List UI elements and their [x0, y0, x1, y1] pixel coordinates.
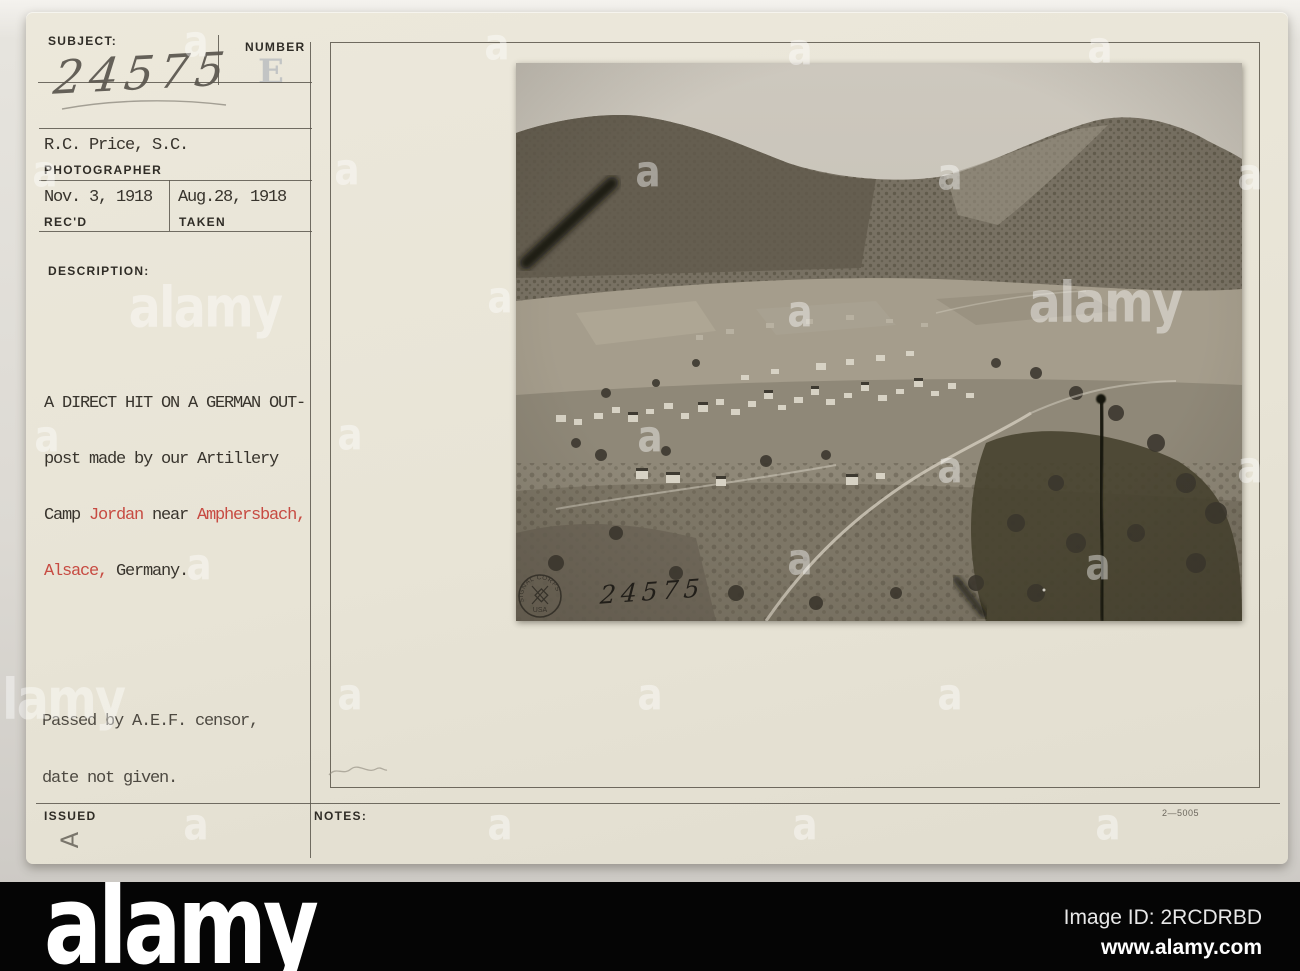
rule-above-dates: [39, 180, 312, 181]
taken-date: Aug.28, 1918: [178, 188, 287, 207]
archive-photo: SIGNAL CORPS USA 24575: [516, 63, 1242, 621]
description-line-1: A DIRECT HIT ON A GERMAN OUT-: [44, 394, 306, 414]
form-number: 2—5005: [1162, 808, 1200, 818]
subject-label: SUBJECT:: [48, 34, 118, 48]
subject-number-divider: [218, 35, 219, 85]
description-label: DESCRIPTION:: [48, 264, 150, 278]
subject-underline-flourish: [61, 100, 227, 110]
description-line-3: Camp Jordan near Amphersbach,: [44, 505, 306, 525]
censor-note-line-1: Passed by A.E.F. censor,: [42, 712, 259, 731]
received-label: REC'D: [44, 215, 88, 229]
censor-note-line-2: date not given.: [42, 769, 178, 788]
pencil-scribble: [328, 766, 388, 776]
landscape-photo-art: SIGNAL CORPS USA: [516, 63, 1242, 621]
alamy-url: www.alamy.com: [1100, 936, 1262, 959]
issued-label: ISSUED: [44, 809, 97, 823]
rule-bottom: [36, 803, 1280, 804]
alamy-logo: alamy: [44, 882, 319, 971]
description-line-4: Alsace, Germany.: [44, 561, 189, 581]
received-date: Nov. 3, 1918: [44, 188, 153, 207]
number-stamp-e: E: [258, 52, 284, 92]
photographer-name: R.C. Price, S.C.: [44, 136, 189, 155]
rule-under-dates: [39, 231, 312, 232]
taken-label: TAKEN: [179, 215, 226, 229]
rule-above-photographer: [39, 128, 312, 129]
alamy-stock-photo-page: SUBJECT: 24575 NUMBER E R.C. Price, S.C.…: [0, 0, 1300, 971]
alamy-footer-bar: alamy Image ID: 2RCDRBD www.alamy.com: [0, 882, 1300, 971]
dates-divider: [169, 180, 170, 231]
photographer-label: PHOTOGRAPHER: [44, 163, 163, 177]
rule-under-subject: [38, 82, 312, 83]
issued-mark-handwritten: A: [56, 831, 85, 849]
archive-index-card: SUBJECT: 24575 NUMBER E R.C. Price, S.C.…: [26, 12, 1288, 864]
image-id: Image ID: 2RCDRBD: [1063, 906, 1262, 929]
notes-label: NOTES:: [314, 809, 368, 823]
column-divider: [310, 42, 311, 858]
description-text: A DIRECT HIT ON A GERMAN OUT- post made …: [44, 358, 306, 618]
description-line-2: post made by our Artillery: [44, 449, 279, 469]
